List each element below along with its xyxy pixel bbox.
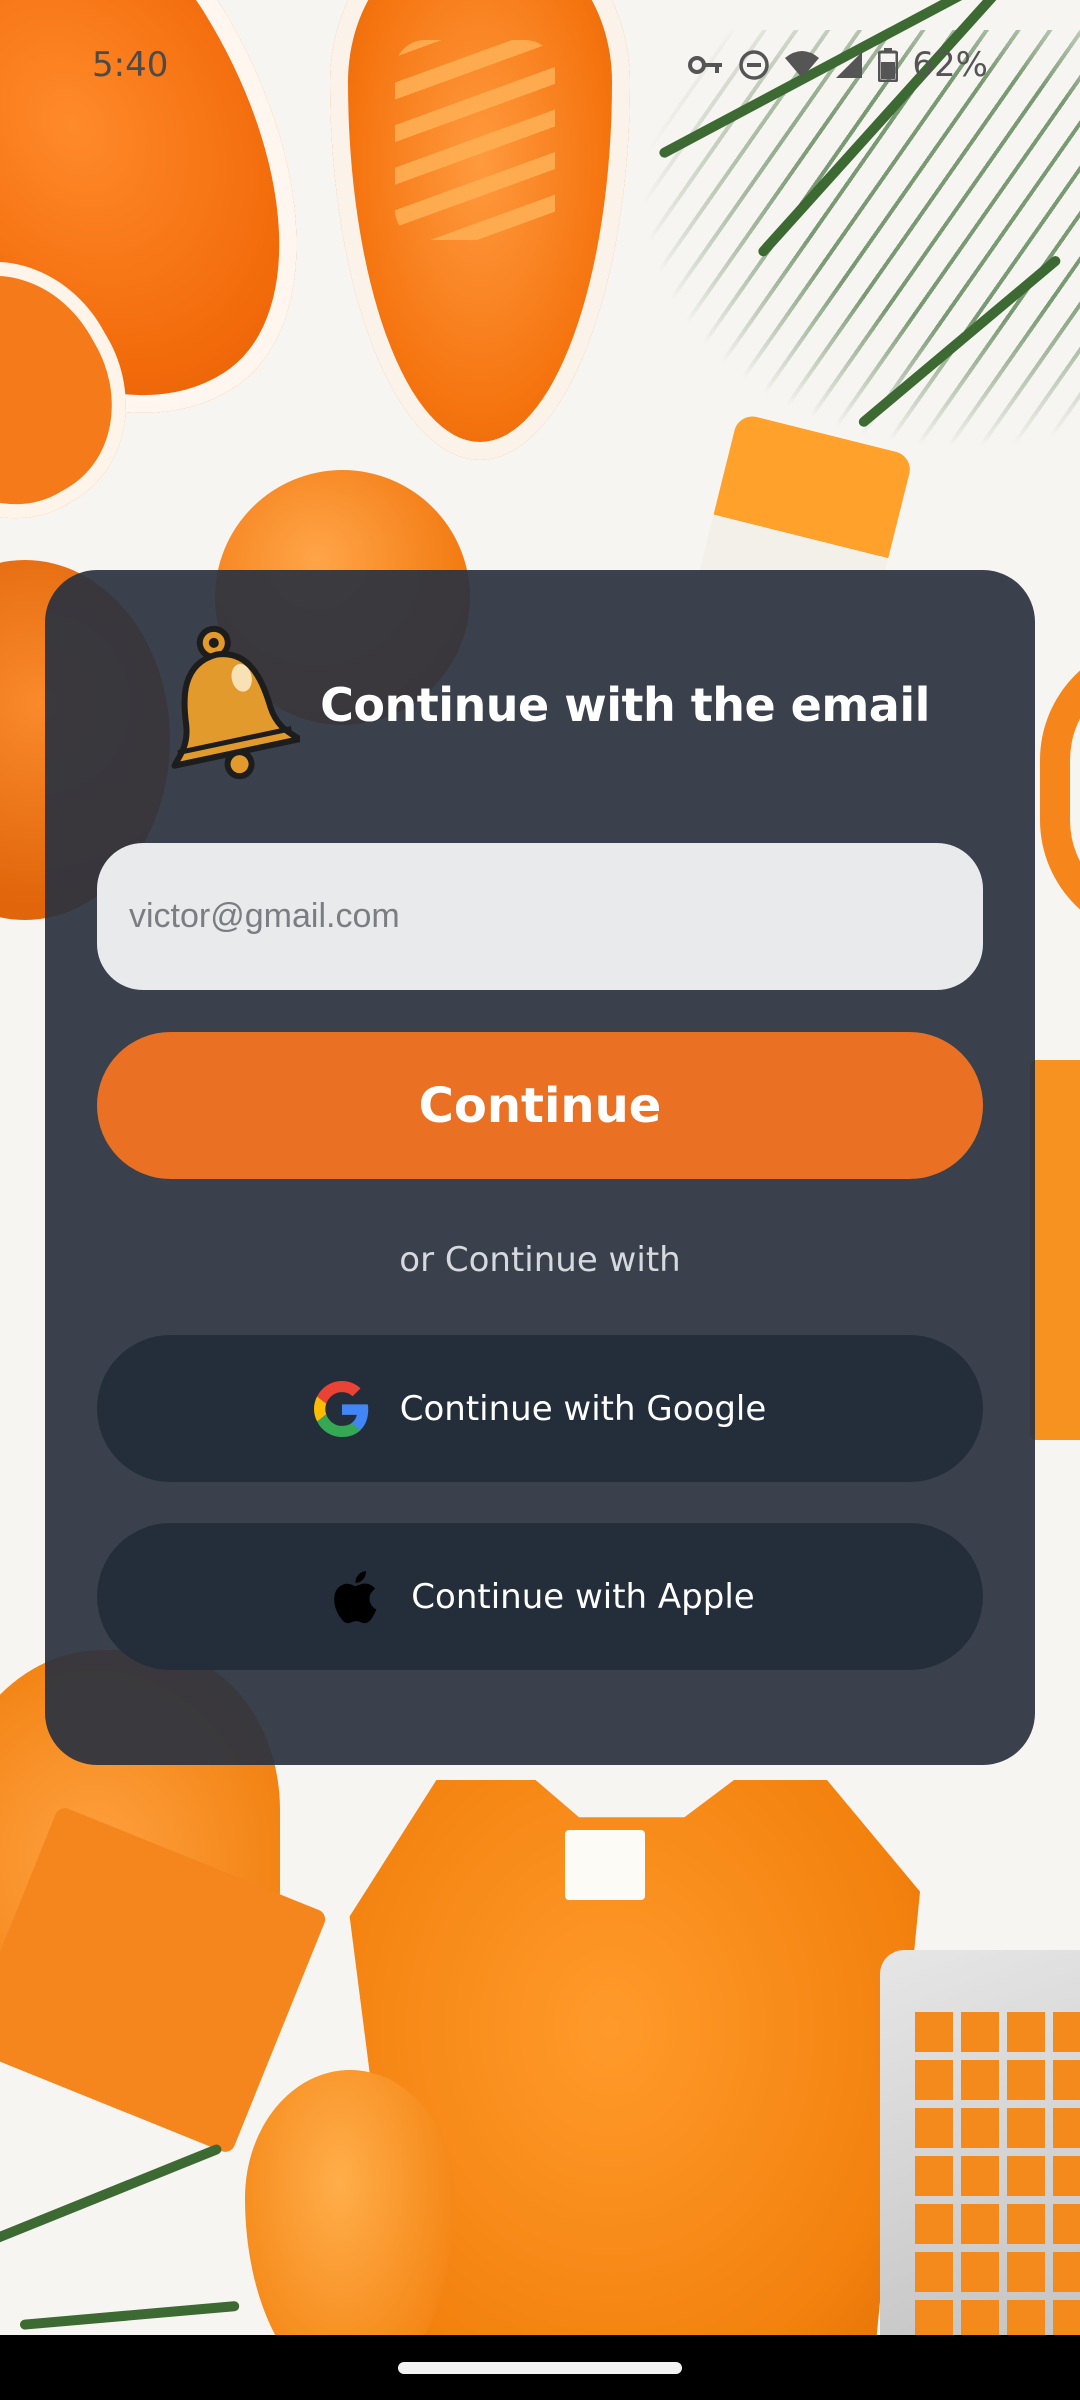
status-bar: 5:40 62% (0, 0, 1080, 130)
google-button-label: Continue with Google (399, 1388, 767, 1429)
tshirt-label (565, 1830, 645, 1900)
continue-with-apple-button[interactable]: Continue with Apple (97, 1523, 983, 1670)
vpn-key-icon (688, 53, 724, 77)
continue-button[interactable]: Continue (97, 1032, 983, 1179)
home-gesture-handle[interactable] (398, 2361, 682, 2374)
card-header: Continue with the email (45, 620, 1035, 790)
email-input[interactable] (97, 843, 983, 990)
signal-icon (834, 50, 864, 80)
status-time: 5:40 (92, 45, 169, 85)
pine-branch (19, 2300, 240, 2330)
bell-icon (150, 620, 303, 790)
keyboard-keys (915, 2010, 1080, 2340)
card-title: Continue with the email (320, 678, 930, 732)
headphones (1040, 640, 1080, 940)
battery-percentage: 62% (912, 45, 988, 85)
do-not-disturb-icon (738, 49, 770, 81)
apple-button-label: Continue with Apple (411, 1576, 755, 1617)
google-icon (313, 1380, 370, 1437)
divider-text: or Continue with (399, 1240, 681, 1280)
pine-branch (0, 2142, 223, 2250)
login-screen: 5:40 62% Continue with the email victor@… (0, 0, 1080, 2400)
orange-notebook (1030, 1060, 1080, 1440)
battery-icon (878, 48, 899, 82)
navigation-bar (0, 2335, 1080, 2400)
login-card: Continue with the email Continue or Cont… (45, 570, 1035, 1765)
apple-icon (325, 1569, 381, 1625)
status-icons: 62% (688, 45, 988, 85)
wifi-icon (784, 50, 820, 80)
continue-with-google-button[interactable]: Continue with Google (97, 1335, 983, 1482)
